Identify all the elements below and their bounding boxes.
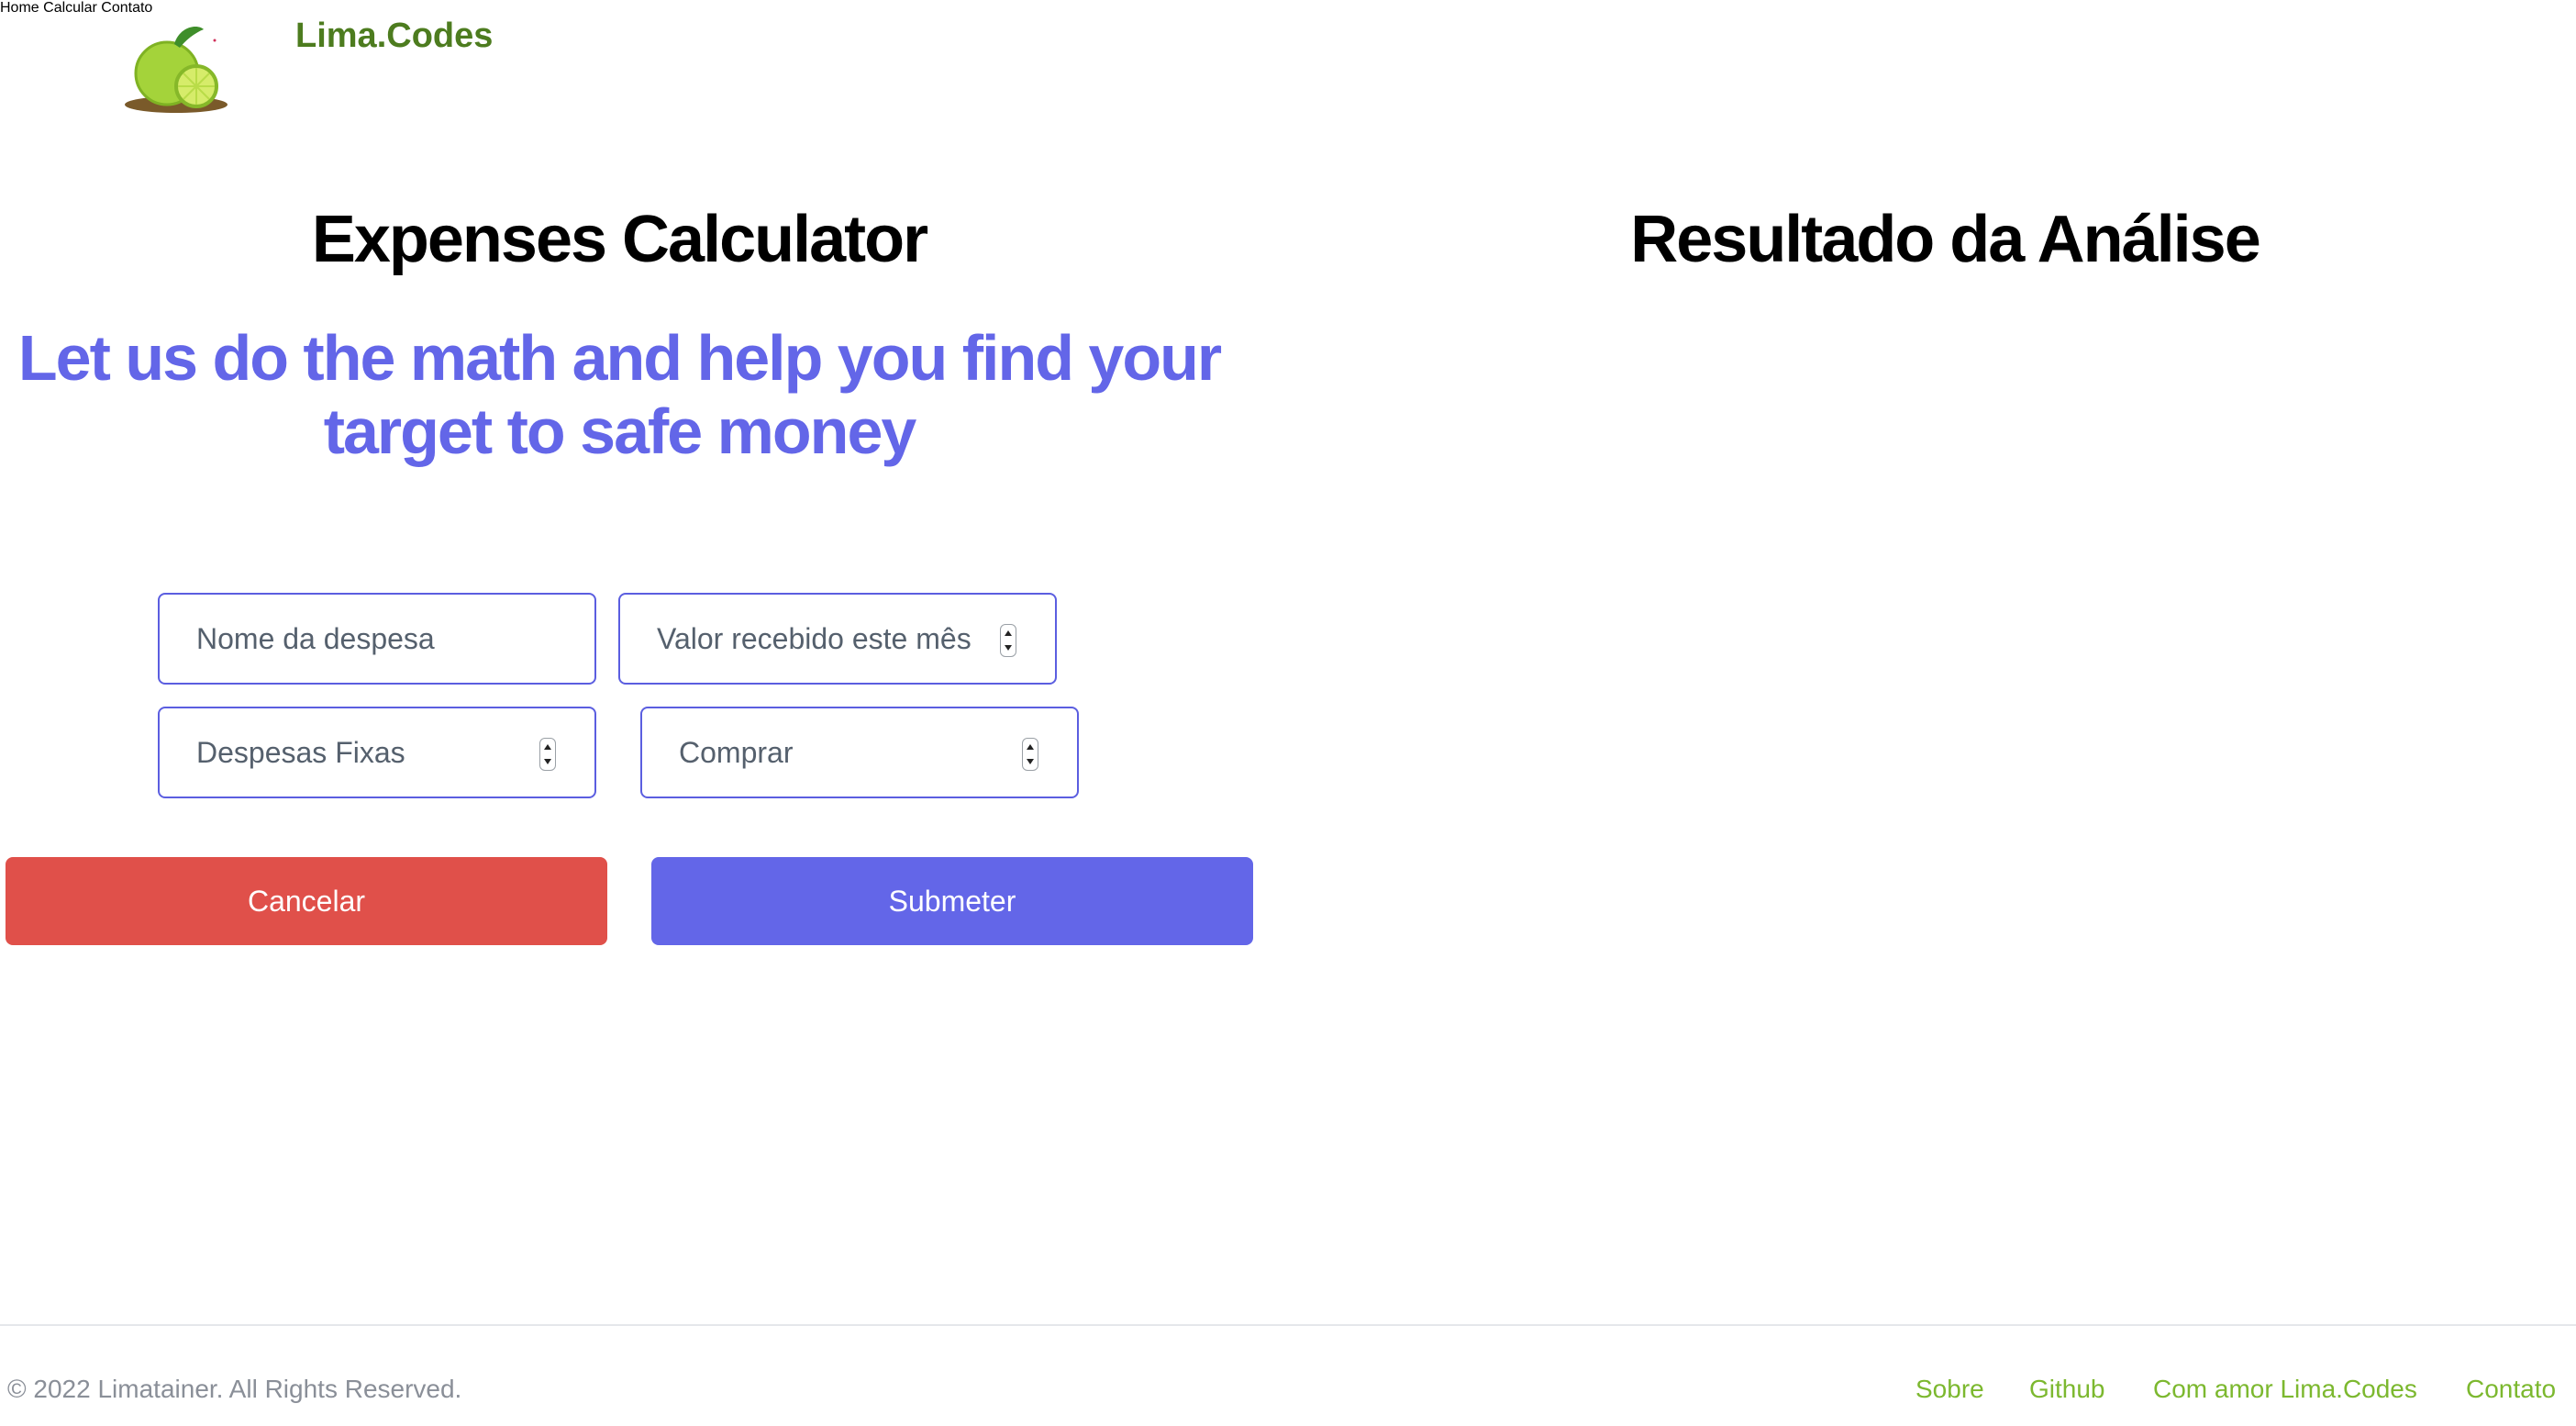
tagline-line-2: target to safe money (323, 395, 917, 467)
number-spinner-icon[interactable] (539, 738, 556, 771)
cancel-button[interactable]: Cancelar (6, 857, 607, 945)
footer-link-github[interactable]: Github (2029, 1375, 2105, 1404)
fixed-expenses-number-input[interactable]: Despesas Fixas (158, 707, 596, 798)
nav-home-link[interactable]: Home (0, 0, 39, 16)
nav-contato-link[interactable]: Contato (101, 0, 152, 16)
analysis-result-title: Resultado da Análise (1630, 203, 2261, 276)
fixed-expenses-placeholder: Despesas Fixas (196, 735, 405, 769)
calculator-title: Expenses Calculator (311, 203, 928, 276)
copyright-text: © 2022 Limatainer. All Rights Reserved. (7, 1375, 462, 1403)
expense-name-input[interactable]: Nome da despesa (158, 593, 596, 685)
brand-name[interactable]: Lima.Codes (295, 17, 493, 56)
income-placeholder: Valor recebido este mês (657, 621, 972, 655)
lime-logo-icon[interactable] (119, 20, 239, 119)
footer-link-com-amor[interactable]: Com amor Lima.Codes (2153, 1375, 2417, 1404)
purchase-number-input[interactable]: Comprar (640, 707, 1079, 798)
submit-button[interactable]: Submeter (651, 857, 1253, 945)
footer-link-contato[interactable]: Contato (2466, 1375, 2556, 1404)
top-nav: Home Calcular Contato (0, 0, 2576, 17)
expense-name-placeholder: Nome da despesa (196, 621, 435, 655)
footer-link-sobre[interactable]: Sobre (1915, 1375, 1984, 1404)
income-number-input[interactable]: Valor recebido este mês (618, 593, 1057, 685)
number-spinner-icon[interactable] (1000, 624, 1016, 657)
footer-divider (0, 1324, 2576, 1326)
nav-calcular-link[interactable]: Calcular (43, 0, 97, 16)
tagline: Let us do the math and help you find you… (0, 321, 1238, 468)
purchase-placeholder: Comprar (679, 735, 794, 769)
number-spinner-icon[interactable] (1022, 738, 1038, 771)
tagline-line-1: Let us do the math and help you find you… (17, 322, 1222, 394)
